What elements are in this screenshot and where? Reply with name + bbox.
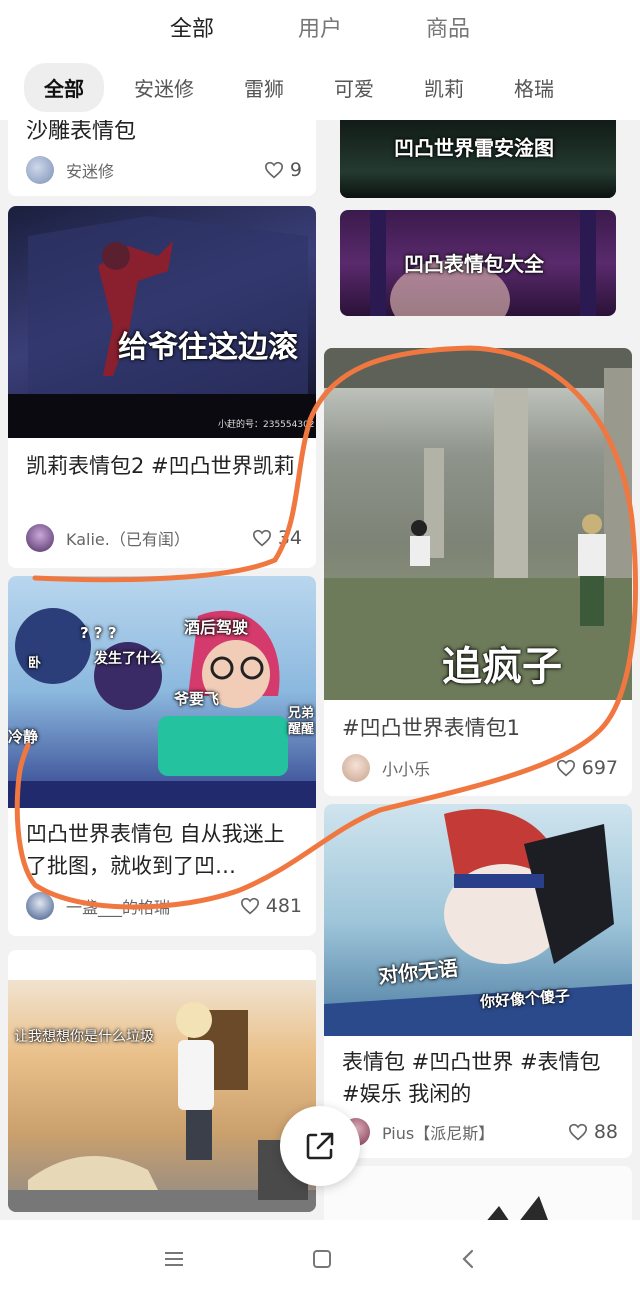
author-name: 一盏___的格瑞 (66, 898, 171, 917)
author-name: 安迷修 (66, 162, 115, 181)
back-icon[interactable] (458, 1247, 478, 1271)
like-count: 481 (265, 895, 302, 917)
scene-art (487, 1196, 548, 1220)
image-caption: 追疯子 (442, 644, 562, 690)
card-image: 给爷往这边滚 小赶的号：235554302 (8, 206, 316, 438)
image-caption: 给爷往这边滚 (118, 330, 298, 365)
filter-chip-bar: 全部 安迷修 雷狮 可爱 凯莉 格瑞 (0, 54, 640, 120)
scene-art (8, 608, 316, 808)
image-caption: ? ? ? (80, 624, 117, 642)
feed-card[interactable]: 让我想想你是什么垃圾 (8, 950, 316, 1212)
image-caption: 兄弟醒醒 (288, 706, 315, 737)
card-title: 沙雕表情包 (26, 120, 137, 144)
like-count: 88 (593, 1121, 618, 1143)
share-button[interactable] (280, 1106, 360, 1186)
author-name: 小小乐 (382, 760, 431, 779)
card-meta: Kalie.（已有闺） 34 (26, 522, 302, 554)
card-image: 让我想想你是什么垃圾 (8, 950, 316, 1212)
image-caption: 凹凸世界雷安淦图 (394, 136, 554, 160)
image-caption: 凹凸表情包大全 (404, 252, 544, 276)
card-title: 凯莉表情包2 #凹凸世界凯莉 (26, 454, 295, 478)
feed-card[interactable]: ? ? ? 发生了什么 酒后驾驶 卧 爷要飞 冷静 兄弟醒醒 凹凸世界表情包 自… (8, 576, 316, 936)
tab-users[interactable]: 用户 (292, 3, 348, 51)
card-meta: 安迷修 9 (26, 154, 302, 186)
card-meta: Pius【派尼斯】 88 (342, 1116, 618, 1148)
like-count: 697 (581, 757, 618, 779)
home-icon[interactable] (310, 1247, 334, 1271)
like-count: 9 (289, 159, 302, 181)
feed-card[interactable]: 凹凸世界雷安淦图 (340, 120, 616, 198)
card-image: 对你无语 你好像个傻子 (324, 804, 632, 1036)
avatar (342, 754, 370, 782)
tab-products[interactable]: 商品 (420, 3, 476, 51)
author-name: Kalie.（已有闺） (66, 530, 190, 549)
like-count: 34 (277, 527, 302, 549)
chip-keai[interactable]: 可爱 (314, 63, 394, 112)
card-image (324, 1166, 632, 1220)
feed-card[interactable] (324, 1166, 632, 1220)
heart-icon[interactable] (556, 759, 576, 777)
chip-kaili[interactable]: 凯莉 (404, 63, 484, 112)
scene-art (324, 808, 632, 1036)
heart-icon[interactable] (240, 897, 260, 915)
feed-card[interactable]: 凹凸表情包大全 (340, 210, 616, 316)
feed-card[interactable]: 沙雕表情包 安迷修 9 (8, 120, 316, 196)
tab-all[interactable]: 全部 (164, 3, 220, 57)
scene-art (8, 950, 316, 1212)
share-icon (306, 1132, 334, 1160)
heart-icon[interactable] (264, 161, 284, 179)
system-nav-bar (0, 1220, 640, 1298)
heart-icon[interactable] (252, 529, 272, 547)
card-image: 追疯子 (324, 348, 632, 700)
image-caption: 让我想想你是什么垃圾 (14, 1029, 154, 1045)
card-title: 凹凸世界表情包 自从我迷上了批图，就收到了凹… (26, 822, 285, 878)
feed-card[interactable]: 对你无语 你好像个傻子 表情包 #凹凸世界 #表情包 #娱乐 我闲的 Pius【… (324, 804, 632, 1158)
image-caption: 爷要飞 (174, 690, 220, 708)
chip-all[interactable]: 全部 (24, 62, 104, 112)
card-image: 凹凸表情包大全 (340, 210, 616, 316)
image-watermark: 小赶的号：235554302 (218, 420, 314, 430)
chip-anmixiu[interactable]: 安迷修 (114, 63, 214, 112)
avatar (26, 892, 54, 920)
feed-card[interactable]: 给爷往这边滚 小赶的号：235554302 凯莉表情包2 #凹凸世界凯莉 Kal… (8, 206, 316, 568)
heart-icon[interactable] (568, 1123, 588, 1141)
avatar (26, 156, 54, 184)
feed: 沙雕表情包 安迷修 9 给爷往这边滚 小赶的号：235554302 凯莉表情包2… (0, 120, 640, 1220)
card-title: 表情包 #凹凸世界 #表情包 #娱乐 我闲的 (342, 1050, 601, 1106)
card-image: ? ? ? 发生了什么 酒后驾驶 卧 爷要飞 冷静 兄弟醒醒 (8, 576, 316, 808)
menu-icon[interactable] (162, 1249, 186, 1269)
card-title: #凹凸世界表情包1 (342, 716, 520, 740)
feed-card[interactable]: 追疯子 #凹凸世界表情包1 小小乐 697 (324, 348, 632, 796)
chip-gerui[interactable]: 格瑞 (494, 63, 574, 112)
image-caption: 冷静 (8, 728, 39, 746)
card-image: 凹凸世界雷安淦图 (340, 120, 616, 198)
avatar (26, 524, 54, 552)
image-caption: 酒后驾驶 (184, 618, 249, 637)
image-caption: 发生了什么 (94, 651, 164, 667)
author-name: Pius【派尼斯】 (382, 1124, 495, 1143)
top-tab-bar: 全部 用户 商品 (0, 0, 640, 57)
chip-leishi[interactable]: 雷狮 (224, 63, 304, 112)
image-caption: 卧 (28, 656, 42, 671)
card-meta: 一盏___的格瑞 481 (26, 890, 302, 922)
card-meta: 小小乐 697 (342, 752, 618, 784)
